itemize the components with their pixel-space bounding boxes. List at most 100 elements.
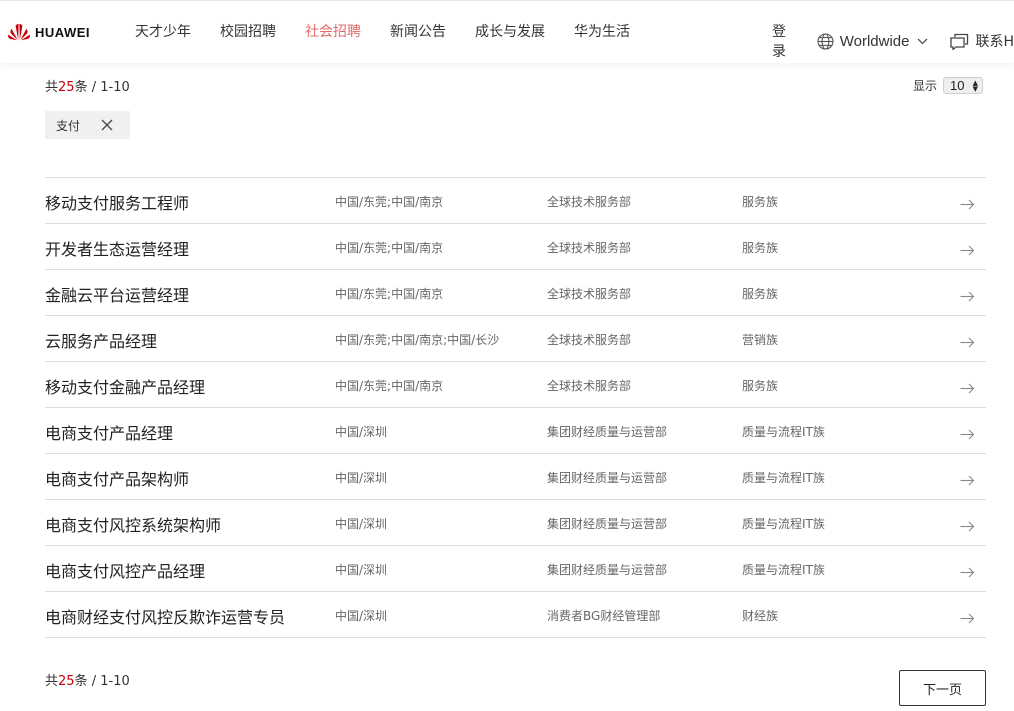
job-family: 质量与流程IT族 <box>742 425 825 439</box>
job-row[interactable]: 电商财经支付风控反欺诈运营专员 中国/深圳 消费者BG财经管理部 财经族 <box>45 592 986 638</box>
job-title: 电商支付产品经理 <box>45 424 174 443</box>
job-location: 中国/深圳 <box>335 609 388 623</box>
page-size-select[interactable]: 10 ▲ ▼ <box>943 77 984 94</box>
page-size-value: 10 <box>950 78 965 93</box>
job-department: 集团财经质量与运营部 <box>547 563 668 577</box>
job-department: 消费者BG财经管理部 <box>547 609 661 623</box>
nav-item[interactable]: 社会招聘 <box>305 21 361 41</box>
select-arrows-icon: ▲ ▼ <box>972 78 979 93</box>
job-family: 质量与流程IT族 <box>742 517 825 531</box>
job-row[interactable]: 电商支付产品架构师 中国/深圳 集团财经质量与运营部 质量与流程IT族 <box>45 454 986 500</box>
job-row[interactable]: 电商支付产品经理 中国/深圳 集团财经质量与运营部 质量与流程IT族 <box>45 408 986 454</box>
job-department: 全球技术服务部 <box>547 333 632 347</box>
job-row[interactable]: 移动支付服务工程师 中国/东莞;中国/南京 全球技术服务部 服务族 <box>45 178 986 224</box>
job-title: 电商支付风控产品经理 <box>45 562 206 581</box>
result-count-suffix: 条 <box>74 80 88 95</box>
job-family: 质量与流程IT族 <box>742 563 825 577</box>
job-row[interactable]: 金融云平台运营经理 中国/东莞;中国/南京 全球技术服务部 服务族 <box>45 270 986 316</box>
nav-item[interactable]: 华为生活 <box>574 21 630 41</box>
result-count-prefix: 共 <box>45 80 59 95</box>
arrow-right-icon[interactable] <box>960 517 975 536</box>
top-navigation-bar: HUAWEI 天才少年 校园招聘 社会招聘 新闻公告 成长与发展 华为生活 登录 Worl… <box>0 0 1014 63</box>
result-count: 共25条 / 1-10 <box>45 76 130 95</box>
main-nav: 天才少年 校园招聘 社会招聘 新闻公告 成长与发展 华为生活 <box>135 21 659 41</box>
job-family: 服务族 <box>742 379 779 393</box>
job-family: 营销族 <box>742 333 779 347</box>
result-count-suffix: 条 <box>74 674 88 689</box>
result-range: / 1-10 <box>91 80 130 95</box>
nav-item[interactable]: 校园招聘 <box>220 21 276 41</box>
filter-chip-label: 支付 <box>56 118 81 133</box>
job-title: 金融云平台运营经理 <box>45 286 190 305</box>
job-family: 服务族 <box>742 287 779 301</box>
job-family: 服务族 <box>742 195 779 209</box>
contact-link[interactable]: 联系H <box>950 31 1014 51</box>
header-right: 登录 Worldwide 联系H <box>772 21 1014 61</box>
job-row[interactable]: 移动支付金融产品经理 中国/东莞;中国/南京 全球技术服务部 服务族 <box>45 362 986 408</box>
job-location: 中国/东莞;中国/南京 <box>335 241 444 255</box>
arrow-right-icon[interactable] <box>960 609 975 628</box>
filter-chip: 支付 <box>45 111 130 139</box>
job-department: 全球技术服务部 <box>547 379 632 393</box>
chat-bubble-icon <box>950 33 969 50</box>
job-family: 服务族 <box>742 241 779 255</box>
job-location: 中国/东莞;中国/南京 <box>335 379 444 393</box>
arrow-right-icon[interactable] <box>960 241 975 260</box>
result-total: 25 <box>58 674 75 689</box>
job-department: 集团财经质量与运营部 <box>547 517 668 531</box>
globe-icon <box>817 32 834 50</box>
job-location: 中国/东莞;中国/南京;中国/长沙 <box>335 333 500 347</box>
nav-item[interactable]: 成长与发展 <box>475 21 545 41</box>
arrow-right-icon[interactable] <box>960 425 975 444</box>
arrow-right-icon[interactable] <box>960 379 975 398</box>
job-row[interactable]: 电商支付风控产品经理 中国/深圳 集团财经质量与运营部 质量与流程IT族 <box>45 546 986 592</box>
result-range: / 1-10 <box>91 674 130 689</box>
job-row[interactable]: 开发者生态运营经理 中国/东莞;中国/南京 全球技术服务部 服务族 <box>45 224 986 270</box>
page-size-control: 显示 10 ▲ ▼ <box>913 77 984 94</box>
job-title: 开发者生态运营经理 <box>45 240 190 259</box>
job-department: 全球技术服务部 <box>547 195 632 209</box>
job-list: 移动支付服务工程师 中国/东莞;中国/南京 全球技术服务部 服务族 开发者生态运营经理中… <box>45 177 986 638</box>
close-icon[interactable] <box>101 119 113 131</box>
page-size-label: 显示 <box>913 79 938 93</box>
arrow-right-icon[interactable] <box>960 333 975 352</box>
job-family: 财经族 <box>742 609 779 623</box>
job-title: 电商支付风控系统架构师 <box>45 516 222 535</box>
arrow-right-icon[interactable] <box>960 195 975 214</box>
job-department: 集团财经质量与运营部 <box>547 425 668 439</box>
job-title: 移动支付金融产品经理 <box>45 378 206 397</box>
arrow-right-icon[interactable] <box>960 471 975 490</box>
job-location: 中国/深圳 <box>335 563 388 577</box>
job-title: 移动支付服务工程师 <box>45 194 190 213</box>
chevron-down-icon <box>918 38 928 44</box>
nav-item[interactable]: 新闻公告 <box>390 21 446 41</box>
job-title: 电商支付产品架构师 <box>45 470 190 489</box>
job-title: 电商财经支付风控反欺诈运营专员 <box>45 608 286 627</box>
job-family: 质量与流程IT族 <box>742 471 825 485</box>
result-count-bottom: 共25条 / 1-10 <box>45 670 130 689</box>
job-department: 全球技术服务部 <box>547 287 632 301</box>
login-link[interactable]: 登录 <box>772 21 800 61</box>
language-label: Worldwide <box>839 32 910 50</box>
job-location: 中国/东莞;中国/南京 <box>335 195 444 209</box>
result-total: 25 <box>58 80 75 95</box>
job-location: 中国/深圳 <box>335 471 388 485</box>
next-page-button[interactable]: 下一页 <box>899 670 986 706</box>
job-department: 集团财经质量与运营部 <box>547 471 668 485</box>
job-title: 云服务产品经理 <box>45 332 158 351</box>
arrow-right-icon[interactable] <box>960 563 975 582</box>
job-row[interactable]: 电商支付风控系统架构师 中国/深圳 集团财经质量与运营部 质量与流程IT族 <box>45 500 986 546</box>
huawei-flower-icon <box>8 23 30 41</box>
job-department: 全球技术服务部 <box>547 241 632 255</box>
nav-item[interactable]: 天才少年 <box>135 21 191 41</box>
job-location: 中国/深圳 <box>335 517 388 531</box>
job-row[interactable]: 云服务产品经理 中国/东莞;中国/南京;中国/长沙 全球技术服务部 营销族 <box>45 316 986 362</box>
brand-name: HUAWEI <box>35 24 90 40</box>
job-location: 中国/东莞;中国/南京 <box>335 287 444 301</box>
huawei-logo[interactable]: HUAWEI <box>7 23 90 41</box>
result-count-prefix: 共 <box>45 674 59 689</box>
language-selector[interactable]: Worldwide <box>817 33 929 50</box>
contact-label: 联系H <box>975 34 1014 50</box>
job-location: 中国/深圳 <box>335 425 388 439</box>
arrow-right-icon[interactable] <box>960 287 975 306</box>
